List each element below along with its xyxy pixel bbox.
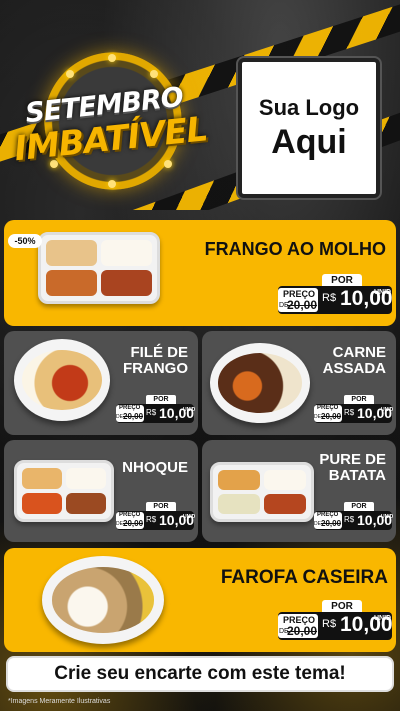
food-bowl-image: [14, 339, 110, 421]
price-tag: POR PREÇO DE 20,00 R$ 10,00 UNID: [314, 502, 394, 530]
food-tray-image: [14, 460, 114, 522]
old-price-box: PREÇO DE 20,00: [116, 512, 144, 529]
product-card-carne-assada[interactable]: CARNE ASSADA POR PREÇO DE 20,00 R$ 10,00…: [202, 331, 396, 435]
food-chicken-image: [21, 349, 103, 411]
logo-text-line1: Sua Logo: [258, 94, 360, 120]
price-preco-label: PREÇO: [317, 405, 339, 411]
price-tag: POR PREÇO DE 20,00 R$ 10,00 UNID: [116, 395, 196, 423]
price-tag: POR PREÇO DE 20,00 R$ 10,00 UNID: [278, 600, 393, 642]
light-dot: [150, 70, 158, 78]
product-card-file-de-frango[interactable]: FILÉ DE FRANGO POR PREÇO DE 20,00 R$ 10,…: [4, 331, 198, 435]
currency-label: R$: [322, 292, 337, 304]
old-price-box: PREÇO DE 20,00: [278, 614, 318, 638]
food-side-image: [22, 493, 62, 514]
price-preco-label: PREÇO: [317, 512, 339, 518]
currency-label: R$: [344, 515, 355, 524]
product-name-line: NHOQUE: [122, 459, 188, 476]
product-name-line: PURE DE: [319, 451, 386, 468]
food-gnocchi-image: [66, 493, 106, 514]
light-dot: [108, 180, 116, 188]
product-name-line: BATATA: [328, 466, 386, 484]
logo-placeholder[interactable]: Sua Logo Aqui: [238, 58, 380, 198]
product-name: FAROFA CASEIRA: [221, 568, 388, 588]
promo-badge: SETEMBRO IMBATÍVEL: [12, 48, 209, 196]
currency-label: R$: [146, 515, 157, 524]
product-card-nhoque[interactable]: NHOQUE POR PREÇO DE 20,00 R$ 10,00 UNID: [4, 440, 198, 542]
price-de-label: DE: [314, 414, 321, 420]
food-side-image: [22, 468, 62, 489]
product-name-line: ASSADA: [322, 359, 386, 377]
old-price: 20,00: [123, 412, 144, 421]
food-bowl-image: [42, 556, 164, 644]
old-price-box: PREÇO DE 20,00: [314, 512, 342, 529]
food-bowl-image: [210, 343, 310, 423]
price-de-label: DE: [314, 521, 321, 527]
product-name-line: FILÉ DE: [130, 344, 188, 361]
product-name: CARNE ASSADA: [323, 345, 386, 377]
unit-label: UNID: [374, 615, 392, 622]
old-price-box: PREÇO DE 20,00: [116, 405, 144, 422]
old-price-box: PREÇO DE 20,00: [314, 405, 342, 422]
price-preco-label: PREÇO: [119, 512, 141, 518]
product-name: NHOQUE: [122, 460, 188, 476]
old-price: 20,00: [321, 412, 342, 421]
food-side-image: [218, 470, 260, 490]
product-name-line: FAROFA CASEIRA: [220, 567, 388, 588]
currency-label: R$: [146, 408, 157, 417]
old-price: 20,00: [123, 519, 144, 528]
unit-label: UNID: [374, 289, 392, 296]
price-de-label: DE: [116, 414, 123, 420]
product-name-line: FRANGO AO MOLHO: [204, 239, 386, 259]
light-dot: [66, 70, 74, 78]
header-banner: SETEMBRO IMBATÍVEL Sua Logo Aqui: [0, 0, 400, 210]
food-rice-image: [101, 240, 152, 266]
discount-badge: -50%: [8, 234, 42, 248]
unit-label: UNID: [381, 407, 394, 413]
food-tray-image: [38, 232, 160, 304]
old-price-box: PREÇO DE 20,00: [278, 288, 318, 312]
cta-banner[interactable]: Crie seu encarte com este tema!: [6, 656, 394, 692]
product-card-farofa-caseira[interactable]: FAROFA CASEIRA POR PREÇO DE 20,00 R$ 10,…: [4, 548, 396, 652]
price-tag: POR PREÇO DE 20,00 R$ 10,00 UNID: [314, 395, 394, 423]
food-meat-image: [264, 494, 306, 514]
product-name-line: FRANGO: [123, 359, 188, 377]
price-preco-label: PREÇO: [119, 405, 141, 411]
food-side-image: [46, 270, 97, 296]
currency-label: R$: [322, 618, 337, 630]
food-beef-image: [218, 353, 302, 413]
old-price: 20,00: [287, 624, 318, 638]
product-card-pure-de-batata[interactable]: PURE DE BATATA POR PREÇO DE 20,00 R$ 10,…: [202, 440, 396, 542]
footnote: *Imagens Meramente Ilustrativas: [8, 698, 111, 705]
currency-label: R$: [344, 408, 355, 417]
food-farofa-image: [51, 567, 155, 633]
product-name: FILÉ DE FRANGO: [123, 345, 188, 377]
food-rice-image: [264, 470, 306, 490]
logo-text-line2: Aqui: [271, 122, 347, 161]
food-rice-image: [46, 240, 97, 266]
unit-label: UNID: [183, 514, 196, 520]
food-mashed-potato-image: [218, 494, 260, 514]
price-de-label: DE: [116, 521, 123, 527]
product-name: FRANGO AO MOLHO: [205, 240, 386, 259]
light-dot: [164, 160, 172, 168]
old-price: 20,00: [321, 519, 342, 528]
unit-label: UNID: [183, 407, 196, 413]
product-name: PURE DE BATATA: [319, 452, 386, 484]
product-name-line: CARNE: [332, 344, 386, 361]
product-card-frango-ao-molho[interactable]: FRANGO AO MOLHO POR PREÇO DE 20,00 R$ 10…: [4, 220, 396, 326]
food-rice-image: [66, 468, 106, 489]
price-tag: POR PREÇO DE 20,00 R$ 10,00 UNID: [278, 274, 393, 316]
food-tray-image: [210, 462, 314, 522]
old-price: 20,00: [287, 298, 318, 312]
food-chicken-image: [101, 270, 152, 296]
price-tag: POR PREÇO DE 20,00 R$ 10,00 UNID: [116, 502, 196, 530]
light-dot: [108, 54, 116, 62]
unit-label: UNID: [381, 514, 394, 520]
